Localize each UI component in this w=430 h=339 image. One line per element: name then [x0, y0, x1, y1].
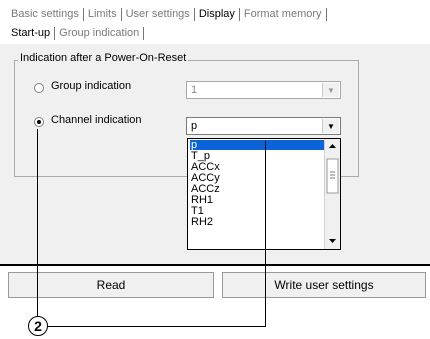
callout-line-right [265, 141, 266, 327]
dropdown-option-p[interactable]: p [190, 140, 327, 151]
scroll-up-icon[interactable] [326, 140, 339, 152]
group-indication-combo[interactable]: 1 ▼ [186, 81, 341, 99]
tab-separator [238, 7, 240, 21]
tab-format-memory[interactable]: Format memory [241, 8, 325, 20]
tab-limits[interactable]: Limits [85, 8, 120, 20]
dropdown-option[interactable]: T_p [190, 151, 327, 162]
tab-start-up[interactable]: Start-up [8, 27, 53, 39]
tab-separator [325, 7, 327, 21]
channel-indication-label: Channel indication [51, 114, 142, 126]
callout-line-bottom [48, 326, 266, 327]
channel-indication-radio[interactable] [34, 117, 44, 127]
dropdown-option[interactable]: ACCx [190, 162, 327, 173]
dropdown-option[interactable]: RH1 [190, 195, 327, 206]
tab-separator [193, 7, 195, 21]
scrollbar-graphic [326, 140, 339, 247]
write-user-settings-button[interactable]: Write user settings [222, 272, 426, 298]
tab-basic-settings[interactable]: Basic settings [8, 8, 82, 20]
callout-line-left [37, 129, 38, 316]
callout-badge: 2 [28, 316, 48, 336]
primary-tab-bar: Basic settings Limits User settings Disp… [8, 6, 328, 22]
group-indication-label: Group indication [51, 80, 132, 92]
dropdown-option[interactable]: T1 [190, 206, 327, 217]
read-button[interactable]: Read [8, 272, 214, 298]
scroll-thumb[interactable] [326, 158, 339, 194]
dropdown-scrollbar[interactable] [324, 139, 340, 249]
chevron-down-icon[interactable]: ▼ [322, 119, 339, 133]
secondary-tab-bar: Start-up Group indication [8, 25, 145, 41]
dropdown-option[interactable]: ACCy [190, 173, 327, 184]
dropdown-option[interactable]: RH2 [190, 217, 327, 228]
channel-indication-value: p [191, 120, 198, 132]
scroll-down-icon[interactable] [326, 235, 339, 247]
tab-separator [54, 26, 56, 40]
groupbox-title: Indication after a Power-On-Reset [18, 52, 189, 64]
chevron-down-icon[interactable]: ▼ [322, 83, 339, 97]
group-indication-radio[interactable] [34, 83, 44, 93]
tab-separator [120, 7, 122, 21]
channel-indication-combo[interactable]: p ▼ [186, 117, 341, 135]
tab-user-settings[interactable]: User settings [123, 8, 193, 20]
dropdown-option[interactable]: ACCz [190, 184, 327, 195]
divider [0, 264, 430, 266]
tab-group-indication[interactable]: Group indication [56, 27, 142, 39]
group-indication-value: 1 [191, 84, 198, 96]
tab-display[interactable]: Display [196, 8, 238, 20]
tab-separator [143, 26, 145, 40]
channel-dropdown-list[interactable]: p T_p ACCx ACCy ACCz RH1 T1 RH2 [187, 138, 341, 250]
tab-separator [82, 7, 84, 21]
